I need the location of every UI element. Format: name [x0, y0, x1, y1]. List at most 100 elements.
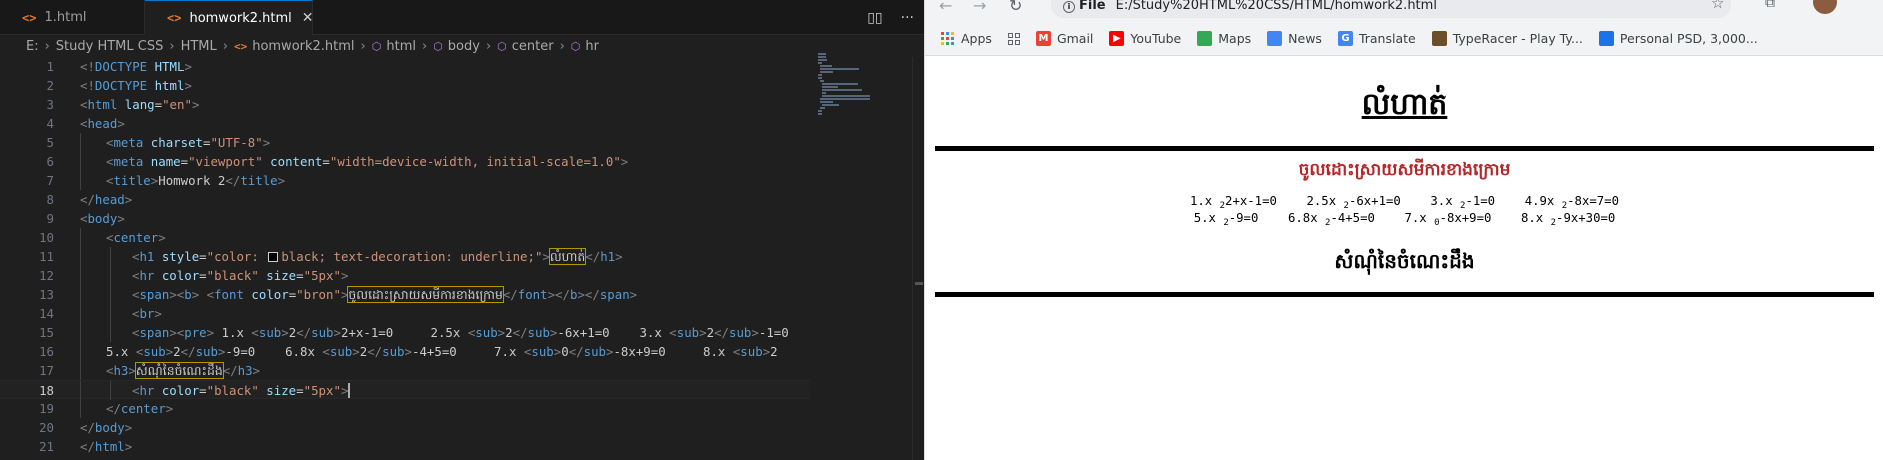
reload-icon[interactable]: ↻: [1009, 0, 1022, 15]
close-icon[interactable]: ✕: [302, 10, 314, 26]
forward-icon[interactable]: →: [973, 0, 986, 15]
code-token: 2: [770, 344, 778, 359]
minimap[interactable]: [810, 53, 910, 460]
profile-avatar[interactable]: [1813, 0, 1837, 14]
indent-guide: [80, 266, 81, 285]
code-token: h1: [600, 249, 616, 264]
color-swatch[interactable]: [268, 252, 279, 262]
bookmark-gmail[interactable]: M Gmail: [1035, 31, 1093, 46]
breadcrumb-item[interactable]: ⬡ center: [497, 39, 553, 54]
breadcrumb-item[interactable]: E:: [26, 39, 39, 54]
tab-homwork2-html[interactable]: <> homwork2.html ✕: [145, 0, 314, 35]
code-token: >: [124, 420, 133, 435]
code-line[interactable]: 12 <hr color="black" size="5px">: [0, 266, 810, 285]
bookmark-youtube[interactable]: ▶ YouTube: [1109, 31, 1181, 46]
code-token: body: [94, 420, 125, 435]
code-line[interactable]: 4 <head>: [0, 114, 810, 133]
editor-scrollbar[interactable]: [912, 57, 924, 460]
back-icon[interactable]: ←: [939, 0, 952, 15]
code-line[interactable]: 15 <span><pre> 1.x <sub>2</sub>2+x-1=0 2.…: [0, 323, 810, 342]
minimap-line: [818, 56, 827, 58]
code-token: sub: [258, 325, 282, 340]
breadcrumb-item[interactable]: <> homwork2.html: [234, 39, 355, 54]
code-token: >: [154, 306, 162, 321]
code-line[interactable]: 19 </center>: [0, 399, 810, 418]
site-info-chip[interactable]: i File: [1063, 0, 1106, 13]
breadcrumb-item[interactable]: ⬡ body: [433, 39, 480, 54]
line-number: 20: [39, 420, 54, 435]
code-token: =: [296, 383, 304, 398]
bookmark-typeracer[interactable]: TypeRacer - Play Ty...: [1431, 31, 1583, 46]
equation-rest: 2+x-1=0: [1225, 194, 1277, 208]
line-number: 1: [46, 59, 54, 74]
chevron-right-icon: ›: [360, 38, 366, 54]
code-area[interactable]: 1 <!DOCTYPE HTML> 2 <!DOCTYPE html> 3 <html l…: [0, 57, 810, 460]
line-number: 3: [46, 97, 54, 112]
breadcrumb-label: body: [447, 38, 480, 54]
breadcrumb-label: hr: [585, 38, 599, 54]
bookmark-psd[interactable]: Personal PSD, 3,000...: [1598, 31, 1758, 46]
code-line[interactable]: 6 <meta name="viewport" content="width=de…: [0, 152, 810, 171]
breadcrumb-label: E:: [26, 38, 39, 54]
maps-icon: [1197, 31, 1213, 46]
equation: 7.x 0-8x+9=0: [1405, 211, 1492, 228]
code-token: meta: [113, 135, 144, 150]
code-token: >: [277, 173, 286, 188]
code-line[interactable]: 11 <h1 style="color: black; text-decorati…: [0, 247, 810, 266]
bookmark-translate[interactable]: G Translate: [1337, 31, 1416, 46]
split-editor-icon[interactable]: ▯▯: [867, 10, 882, 26]
code-line[interactable]: 9 <body>: [0, 209, 810, 228]
bookmark-news[interactable]: News: [1267, 31, 1322, 46]
bookmark-label: YouTube: [1130, 31, 1182, 46]
breadcrumb-item[interactable]: HTML: [181, 39, 217, 54]
code-token: sub: [143, 344, 166, 359]
more-actions-icon[interactable]: ···: [901, 10, 914, 26]
code-token: -9=0 6.8x: [225, 344, 323, 359]
code-token: >: [191, 97, 200, 112]
extensions-icon[interactable]: ⧉: [1765, 0, 1775, 11]
code-line[interactable]: 1 <!DOCTYPE HTML>: [0, 57, 810, 76]
code-line[interactable]: 8 </head>: [0, 190, 810, 209]
line-number: 6: [46, 154, 54, 169]
minimap-line: [818, 59, 827, 61]
code-token: >: [252, 363, 260, 378]
indent-guide: [110, 304, 111, 323]
breadcrumb-label: Study HTML CSS: [55, 38, 164, 54]
code-token: font: [214, 287, 244, 302]
breadcrumb-item[interactable]: ⬡ html: [372, 39, 416, 54]
code-line[interactable]: 20 </body>: [0, 418, 810, 437]
code-line[interactable]: 7 <title>Homwork 2</title>: [0, 171, 810, 190]
code-token: black; text-decoration: underline;": [281, 249, 543, 264]
code-token: </: [502, 287, 518, 302]
code-line[interactable]: 16 5.x <sub>2</sub>-9=0 6.8x <sub>2</sub>…: [0, 342, 810, 361]
code-token: sub: [195, 344, 218, 359]
code-line[interactable]: 17 <h3>សំណុំនៃចំណេះដឹង</h3>: [0, 361, 810, 380]
line-number: 12: [39, 268, 54, 283]
code-line[interactable]: 5 <meta charset="UTF-8">: [0, 133, 810, 152]
site-info-label: File: [1079, 0, 1106, 13]
bookmark-maps[interactable]: Maps: [1197, 31, 1251, 46]
minimap-line: [818, 110, 822, 112]
code-line[interactable]: 13 <span><b> <font color="bron">ចូលដោះស្រ…: [0, 285, 810, 304]
address-bar[interactable]: i File E:/Study%20HTML%20CSS/HTML/homwork…: [1051, 0, 1731, 18]
code-line[interactable]: 2 <!DOCTYPE html>: [0, 76, 810, 95]
bookmark-tab-groups[interactable]: [1007, 32, 1020, 45]
code-token: </: [80, 192, 95, 207]
breadcrumb-item[interactable]: Study HTML CSS: [56, 39, 164, 54]
code-line[interactable]: 14 <br>: [0, 304, 810, 323]
code-token: >: [751, 325, 759, 340]
bookmark-star-icon[interactable]: ☆: [1711, 0, 1724, 12]
code-line[interactable]: 18 <hr color="black" size="5px">: [0, 380, 810, 400]
scroll-thumb[interactable]: [915, 282, 923, 285]
code-text: <body>: [80, 209, 125, 228]
line-number: 9: [46, 211, 54, 226]
bookmark-apps-grid[interactable]: Apps: [941, 31, 992, 46]
code-line[interactable]: 10 <center>: [0, 228, 810, 247]
code-token: title: [240, 173, 278, 188]
indent-guide: [110, 266, 111, 285]
breadcrumb-item[interactable]: ⬡ hr: [571, 39, 599, 54]
tab-1-html[interactable]: <> 1.html: [0, 0, 145, 35]
code-line[interactable]: 3 <html lang="en">: [0, 95, 810, 114]
code-line[interactable]: 21 </html>: [0, 437, 810, 456]
chevron-right-icon: ›: [421, 38, 428, 54]
